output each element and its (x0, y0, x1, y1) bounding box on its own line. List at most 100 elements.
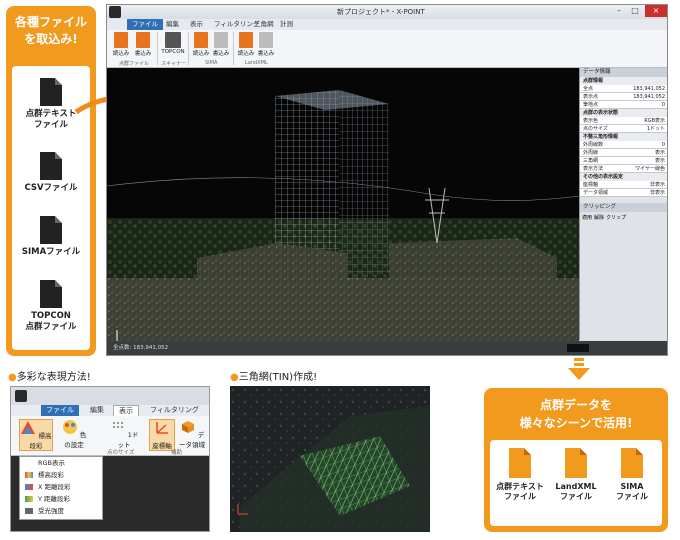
tin-viewport[interactable] (230, 386, 430, 532)
menu-item-x-distance[interactable]: X 距離段彩 (20, 481, 102, 493)
document-icon (40, 280, 62, 308)
export-file-sima: SIMA ファイル (604, 448, 660, 502)
palette-icon (62, 420, 77, 434)
ribbon-separator (233, 32, 234, 65)
menu-item-y-distance[interactable]: Y 距離段彩 (20, 493, 102, 505)
minimize-icon[interactable]: – (611, 5, 627, 17)
data-region-button[interactable]: データ領域 (177, 419, 207, 449)
export-file-landxml: LandXML ファイル (548, 448, 604, 502)
section-tin-title: ●三角網(TIN)作成! (230, 372, 318, 383)
mini-ribbon-tabs: ファイル 編集 表示 フィルタリング (11, 405, 209, 416)
landxml-read-icon (239, 32, 253, 48)
bullet-icon: ● (8, 372, 17, 383)
tab-view[interactable]: 表示 (113, 405, 139, 416)
point-file-read-button[interactable]: 読込み (111, 32, 131, 57)
document-icon (40, 152, 62, 180)
menu-item-rgb[interactable]: RGB表示 (20, 457, 102, 469)
info-row: 外周線数 0 (580, 141, 667, 149)
file-write-icon (136, 32, 150, 48)
info-row: 座標軸 非表示 (580, 181, 667, 189)
tab-filtering[interactable]: フィルタリング (145, 405, 204, 416)
data-info-title: データ情報 (580, 68, 667, 77)
clipping-clip-button[interactable]: クリップ (606, 214, 626, 221)
menu-item-elevation[interactable]: 標高段彩 (20, 469, 102, 481)
section-point-info[interactable]: 点群情報 (580, 77, 667, 85)
app-logo-icon[interactable] (15, 390, 27, 402)
color-settings-button[interactable]: 色の設定 (59, 419, 89, 449)
sima-read-icon (194, 32, 208, 48)
bullet-icon: ● (230, 372, 239, 383)
info-row: 表示色 RGB表示 (580, 117, 667, 125)
document-icon (621, 448, 643, 478)
cube-icon (181, 421, 194, 433)
info-row: 三角網 表示 (580, 157, 667, 165)
elevation-swatch-icon (25, 472, 33, 478)
ribbon-group-label: SIMA (205, 60, 218, 66)
close-icon[interactable]: × (645, 5, 667, 17)
info-row: 全点 183,941,052 (580, 85, 667, 93)
maximize-icon[interactable]: □ (627, 5, 643, 17)
clipping-toolbar: 適用 解除 クリップ (580, 212, 667, 223)
tab-measure[interactable]: 計測 (275, 19, 298, 30)
clipping-release-button[interactable]: 解除 (594, 214, 604, 221)
tab-view[interactable]: 表示 (185, 19, 208, 30)
topcon-icon (165, 32, 181, 48)
data-info-panel: データ情報 点群情報 全点 183,941,052 表示点 183,941,052 … (579, 68, 667, 340)
document-icon (40, 216, 62, 244)
x-distance-swatch-icon (25, 484, 33, 490)
status-indicator (567, 344, 589, 352)
window-title: 新プロジェクト* - X-POINT (337, 8, 425, 16)
ribbon-group-label: 点のサイズ (107, 450, 135, 456)
app-logo-icon[interactable] (109, 6, 121, 18)
point-file-write-button[interactable]: 書込み (133, 32, 153, 57)
color-pyramid-icon (21, 421, 36, 434)
mini-title-bar (11, 387, 209, 405)
info-row: 表示方法 ワイヤー線色 (580, 165, 667, 173)
section-express-title: ●多彩な表現方法! (8, 372, 91, 383)
section-display-state[interactable]: 点群の表示状態 (580, 109, 667, 117)
ribbon-toolbar: 読込み 書込み TOPCON 読込み 書込み 読込み 書込み 点群ファイル スキ… (107, 30, 667, 68)
intensity-swatch-icon (25, 508, 33, 514)
clipping-apply-button[interactable]: 適用 (582, 214, 592, 221)
export-title: 点群データを 様々なシーンで活用! (519, 398, 633, 430)
import-file-sima: SIMAファイル (12, 216, 90, 258)
ribbon-separator (188, 32, 189, 65)
tab-edit[interactable]: 編集 (161, 19, 184, 30)
ribbon-group-label: LandXML (245, 60, 268, 66)
info-row: 筆地点 0 (580, 101, 667, 109)
export-file-list: 点群テキスト ファイル LandXML ファイル SIMA ファイル (490, 440, 662, 526)
status-point-count: 全点数: 183,941,052 (113, 345, 169, 351)
sima-write-button[interactable]: 書込み (211, 32, 231, 57)
axis-button[interactable]: 座標軸 (149, 419, 175, 451)
info-row: 外周線 表示 (580, 149, 667, 157)
ribbon-group-label: 補助 (171, 450, 183, 456)
tab-file[interactable]: ファイル (41, 405, 79, 416)
ribbon-separator (157, 32, 158, 65)
landxml-write-button[interactable]: 書込み (256, 32, 276, 57)
topcon-button[interactable]: TOPCON (160, 32, 186, 55)
info-row: 表示点 183,941,052 (580, 93, 667, 101)
menu-item-intensity[interactable]: 受光強度 (20, 505, 102, 517)
section-other-display[interactable]: その他の表示設定 (580, 173, 667, 181)
status-bar: 全点数: 183,941,052 (107, 341, 667, 355)
document-icon (509, 448, 531, 478)
title-bar: 新プロジェクト* - X-POINT – □ × (107, 5, 667, 19)
elevation-color-button[interactable]: 標高段彩 (19, 419, 53, 451)
info-row: データ領域 非表示 (580, 189, 667, 197)
landxml-read-button[interactable]: 読込み (236, 32, 256, 57)
import-file-topcon: TOPCON 点群ファイル (12, 280, 90, 333)
document-icon (40, 78, 62, 106)
tab-file[interactable]: ファイル (127, 19, 163, 30)
tab-edit[interactable]: 編集 (85, 405, 109, 416)
main-application-window: 新プロジェクト* - X-POINT – □ × ファイル 編集 表示 フィルタ… (106, 4, 668, 356)
import-file-csv: CSVファイル (12, 152, 90, 194)
document-icon (565, 448, 587, 478)
sima-read-button[interactable]: 読込み (191, 32, 211, 57)
point-size-button[interactable]: 1ドット (109, 419, 139, 449)
point-cloud-viewport[interactable] (107, 68, 579, 354)
info-row: 点のサイズ 1ドット (580, 125, 667, 133)
import-panel: 各種ファイル を取込み! 点群テキスト ファイル CSVファイル SIMAファイ… (6, 6, 96, 356)
section-tin-info[interactable]: 不整三角形情報 (580, 133, 667, 141)
sima-write-icon (214, 32, 228, 48)
landxml-write-icon (259, 32, 273, 48)
